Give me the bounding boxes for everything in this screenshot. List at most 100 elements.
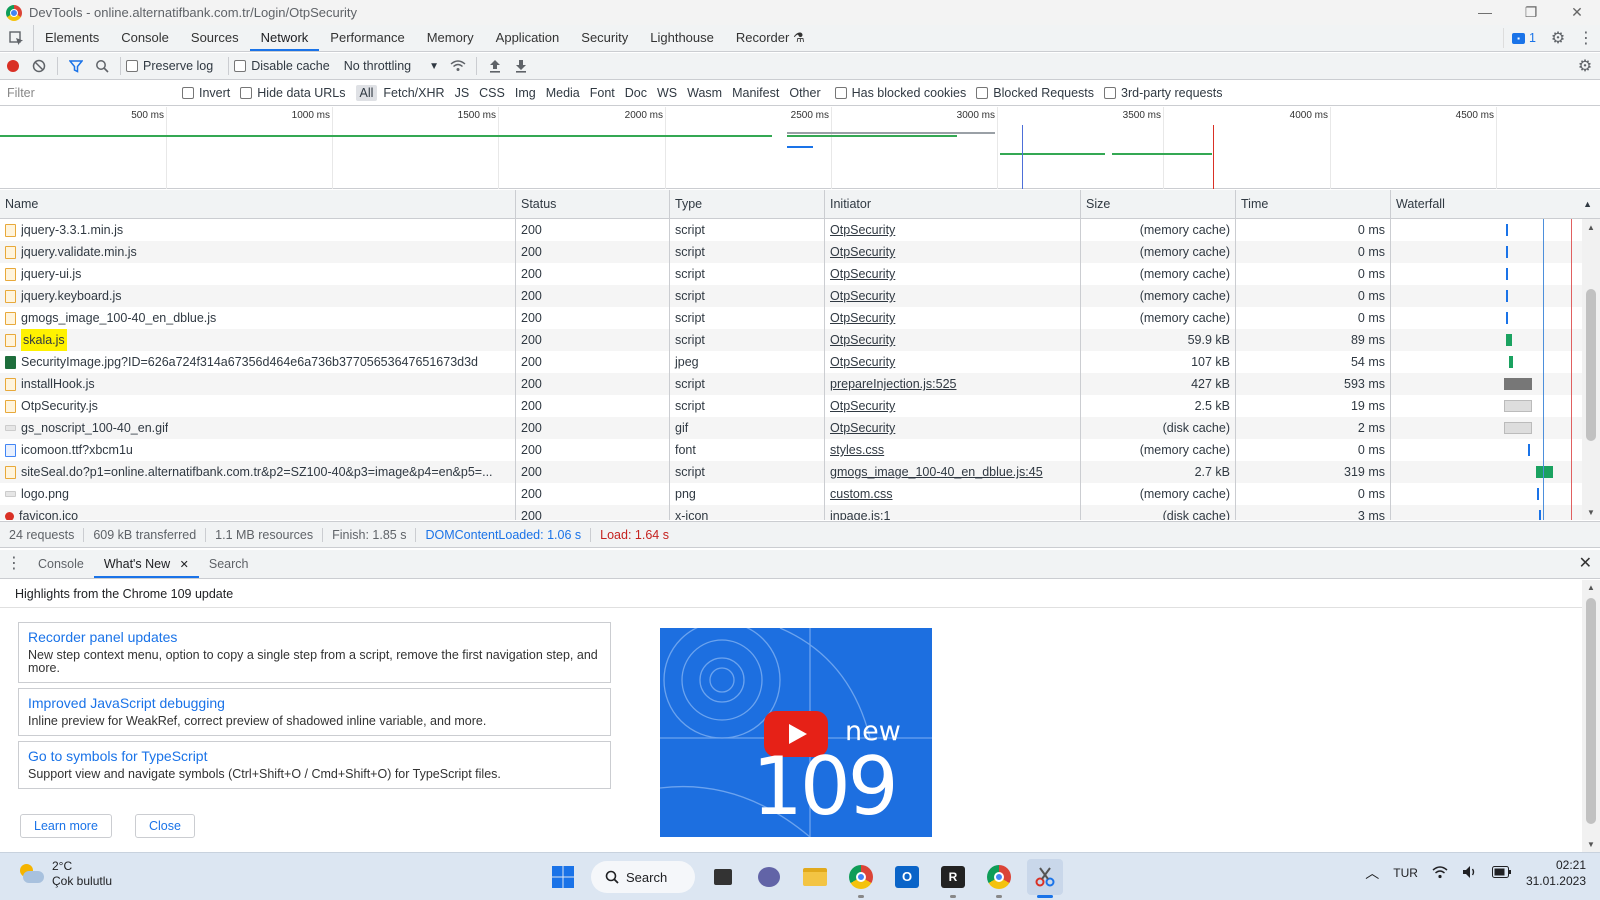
request-name-cell[interactable]: jquery-3.3.1.min.js	[0, 219, 516, 241]
table-row[interactable]: jquery.validate.min.js 200 script OtpSecuri…	[0, 241, 1582, 263]
close-drawer-icon[interactable]: ✕	[1579, 550, 1592, 578]
request-name-cell[interactable]: siteSeal.do?p1=online.alternatifbank.com…	[0, 461, 516, 483]
filter-input[interactable]: Filter	[2, 83, 182, 103]
request-name-cell[interactable]: icomoon.ttf?xbcm1u	[0, 439, 516, 461]
request-name-cell[interactable]: gs_noscript_100-40_en.gif	[0, 417, 516, 439]
whats-new-video-thumbnail[interactable]: new 109	[660, 628, 932, 837]
issues-counter[interactable]: ▪ 1	[1503, 28, 1544, 48]
outlook-icon[interactable]: O	[889, 859, 925, 895]
drawer-scrollbar[interactable]: ▲ ▼	[1582, 580, 1600, 852]
has-blocked-cookies-checkbox[interactable]: Has blocked cookies	[834, 86, 966, 100]
type-filter-font[interactable]: Font	[586, 85, 619, 101]
table-row[interactable]: icomoon.ttf?xbcm1u 200 font styles.css (memo…	[0, 439, 1582, 461]
initiator-link[interactable]: gmogs_image_100-40_en_dblue.js:45	[830, 465, 1043, 479]
record-button[interactable]	[0, 53, 26, 79]
filter-toggle-button[interactable]	[63, 53, 89, 79]
close-button[interactable]: Close	[135, 814, 195, 838]
type-filter-ws[interactable]: WS	[653, 85, 681, 101]
chrome-taskbar-icon[interactable]	[843, 859, 879, 898]
tab-memory[interactable]: Memory	[416, 25, 485, 51]
r-app-icon[interactable]: R	[935, 859, 971, 898]
table-row[interactable]: OtpSecurity.js 200 script OtpSecurity 2.5 kB…	[0, 395, 1582, 417]
whats-new-card[interactable]: Go to symbols for TypeScript Support vie…	[18, 741, 611, 789]
type-filter-manifest[interactable]: Manifest	[728, 85, 783, 101]
request-name-cell[interactable]: jquery.validate.min.js	[0, 241, 516, 263]
table-row[interactable]: installHook.js 200 script prepareInjection.…	[0, 373, 1582, 395]
whats-new-card[interactable]: Improved JavaScript debugging Inline pre…	[18, 688, 611, 736]
table-row[interactable]: gmogs_image_100-40_en_dblue.js 200 script O…	[0, 307, 1582, 329]
scroll-up-arrow-icon[interactable]: ▲	[1587, 583, 1595, 592]
tab-performance[interactable]: Performance	[319, 25, 415, 51]
table-row[interactable]: SecurityImage.jpg?ID=626a724f314a67356d4…	[0, 351, 1582, 373]
weather-widget[interactable]: 2°C Çok bulutlu	[18, 859, 112, 889]
column-initiator[interactable]: Initiator	[825, 190, 1081, 219]
invert-checkbox[interactable]: Invert	[182, 86, 230, 100]
scrollbar-thumb[interactable]	[1586, 598, 1596, 824]
type-filter-doc[interactable]: Doc	[621, 85, 651, 101]
drawer-tab-console[interactable]: Console	[28, 550, 94, 578]
clear-button[interactable]	[26, 53, 52, 79]
whats-new-card[interactable]: Recorder panel updates New step context …	[18, 622, 611, 683]
tab-recorder[interactable]: Recorder ⚗	[725, 25, 816, 51]
network-overview-timeline[interactable]: 500 ms 1000 ms 1500 ms 2000 ms 2500 ms 3000 m…	[0, 107, 1600, 189]
show-hidden-icons-chevron-icon[interactable]: ︿	[1365, 863, 1379, 883]
column-type[interactable]: Type	[670, 190, 825, 219]
request-name-cell[interactable]: favicon.ico	[0, 505, 516, 520]
request-name-cell[interactable]: jquery.keyboard.js	[0, 285, 516, 307]
request-name-cell[interactable]: skala.js	[0, 329, 516, 351]
column-size[interactable]: Size	[1081, 190, 1236, 219]
table-row[interactable]: siteSeal.do?p1=online.alternatifbank.com…	[0, 461, 1582, 483]
request-name-cell[interactable]: SecurityImage.jpg?ID=626a724f314a67356d4…	[0, 351, 516, 373]
third-party-requests-checkbox[interactable]: 3rd-party requests	[1104, 86, 1222, 100]
throttling-select[interactable]: No throttling ▼	[344, 59, 439, 73]
type-filter-all[interactable]: All	[355, 85, 378, 101]
card-title[interactable]: Go to symbols for TypeScript	[28, 748, 601, 764]
table-row[interactable]: jquery.keyboard.js 200 script OtpSecurity (m…	[0, 285, 1582, 307]
clock[interactable]: 02:21 31.01.2023	[1526, 857, 1586, 889]
close-window-button[interactable]: ✕	[1554, 0, 1600, 25]
type-filter-fetch-xhr[interactable]: Fetch/XHR	[379, 85, 448, 101]
drawer-tab-search[interactable]: Search	[199, 550, 259, 578]
language-indicator[interactable]: TUR	[1393, 866, 1418, 880]
battery-icon[interactable]	[1491, 865, 1512, 881]
close-tab-icon[interactable]: ✕	[180, 559, 189, 571]
table-row[interactable]: gs_noscript_100-40_en.gif 200 gif OtpSecuri…	[0, 417, 1582, 439]
volume-icon[interactable]	[1462, 865, 1478, 882]
disable-cache-checkbox[interactable]: Disable cache	[234, 59, 330, 73]
hide-data-urls-checkbox[interactable]: Hide data URLs	[240, 86, 346, 100]
tab-network[interactable]: Network	[249, 25, 320, 51]
request-name-cell[interactable]: logo.png	[0, 483, 516, 505]
network-settings-gear-icon[interactable]: ⚙	[1572, 53, 1598, 79]
initiator-link[interactable]: OtpSecurity	[830, 289, 895, 303]
file-explorer-icon[interactable]	[797, 859, 833, 895]
table-row[interactable]: logo.png 200 png custom.css (memory cache) 0 …	[0, 483, 1582, 505]
table-row[interactable]: jquery-3.3.1.min.js 200 script OtpSecurity (…	[0, 219, 1582, 241]
type-filter-img[interactable]: Img	[511, 85, 540, 101]
tab-console[interactable]: Console	[110, 25, 180, 51]
tab-lighthouse[interactable]: Lighthouse	[639, 25, 725, 51]
initiator-link[interactable]: OtpSecurity	[830, 267, 895, 281]
initiator-link[interactable]: OtpSecurity	[830, 223, 895, 237]
windows-start-button[interactable]	[545, 859, 581, 895]
initiator-link[interactable]: OtpSecurity	[830, 399, 895, 413]
teams-chat-icon[interactable]	[751, 859, 787, 895]
taskbar-search[interactable]: Search	[591, 861, 695, 893]
task-view-icon[interactable]	[705, 859, 741, 895]
initiator-link[interactable]: OtpSecurity	[830, 355, 895, 369]
settings-gear-icon[interactable]: ⚙	[1544, 28, 1572, 48]
wifi-icon[interactable]	[1432, 865, 1448, 882]
drawer-tab-whats-new[interactable]: What's New ✕	[93, 550, 199, 578]
network-conditions-button[interactable]	[445, 53, 471, 79]
scroll-up-arrow-icon[interactable]: ▲	[1587, 223, 1595, 232]
table-row[interactable]: favicon.ico 200 x-icon inpage.js:1 (disk cac…	[0, 505, 1582, 520]
more-options-icon[interactable]: ⋮	[1572, 28, 1600, 48]
request-name-cell[interactable]: installHook.js	[0, 373, 516, 395]
type-filter-media[interactable]: Media	[542, 85, 584, 101]
table-row[interactable]: skala.js 200 script OtpSecurity 59.9 kB 89 ms	[0, 329, 1582, 351]
request-name-cell[interactable]: gmogs_image_100-40_en_dblue.js	[0, 307, 516, 329]
card-title[interactable]: Recorder panel updates	[28, 629, 601, 645]
initiator-link[interactable]: styles.css	[830, 443, 884, 457]
initiator-link[interactable]: custom.css	[830, 487, 893, 501]
inspect-element-icon[interactable]	[0, 25, 34, 51]
scrollbar-thumb[interactable]	[1586, 289, 1596, 441]
